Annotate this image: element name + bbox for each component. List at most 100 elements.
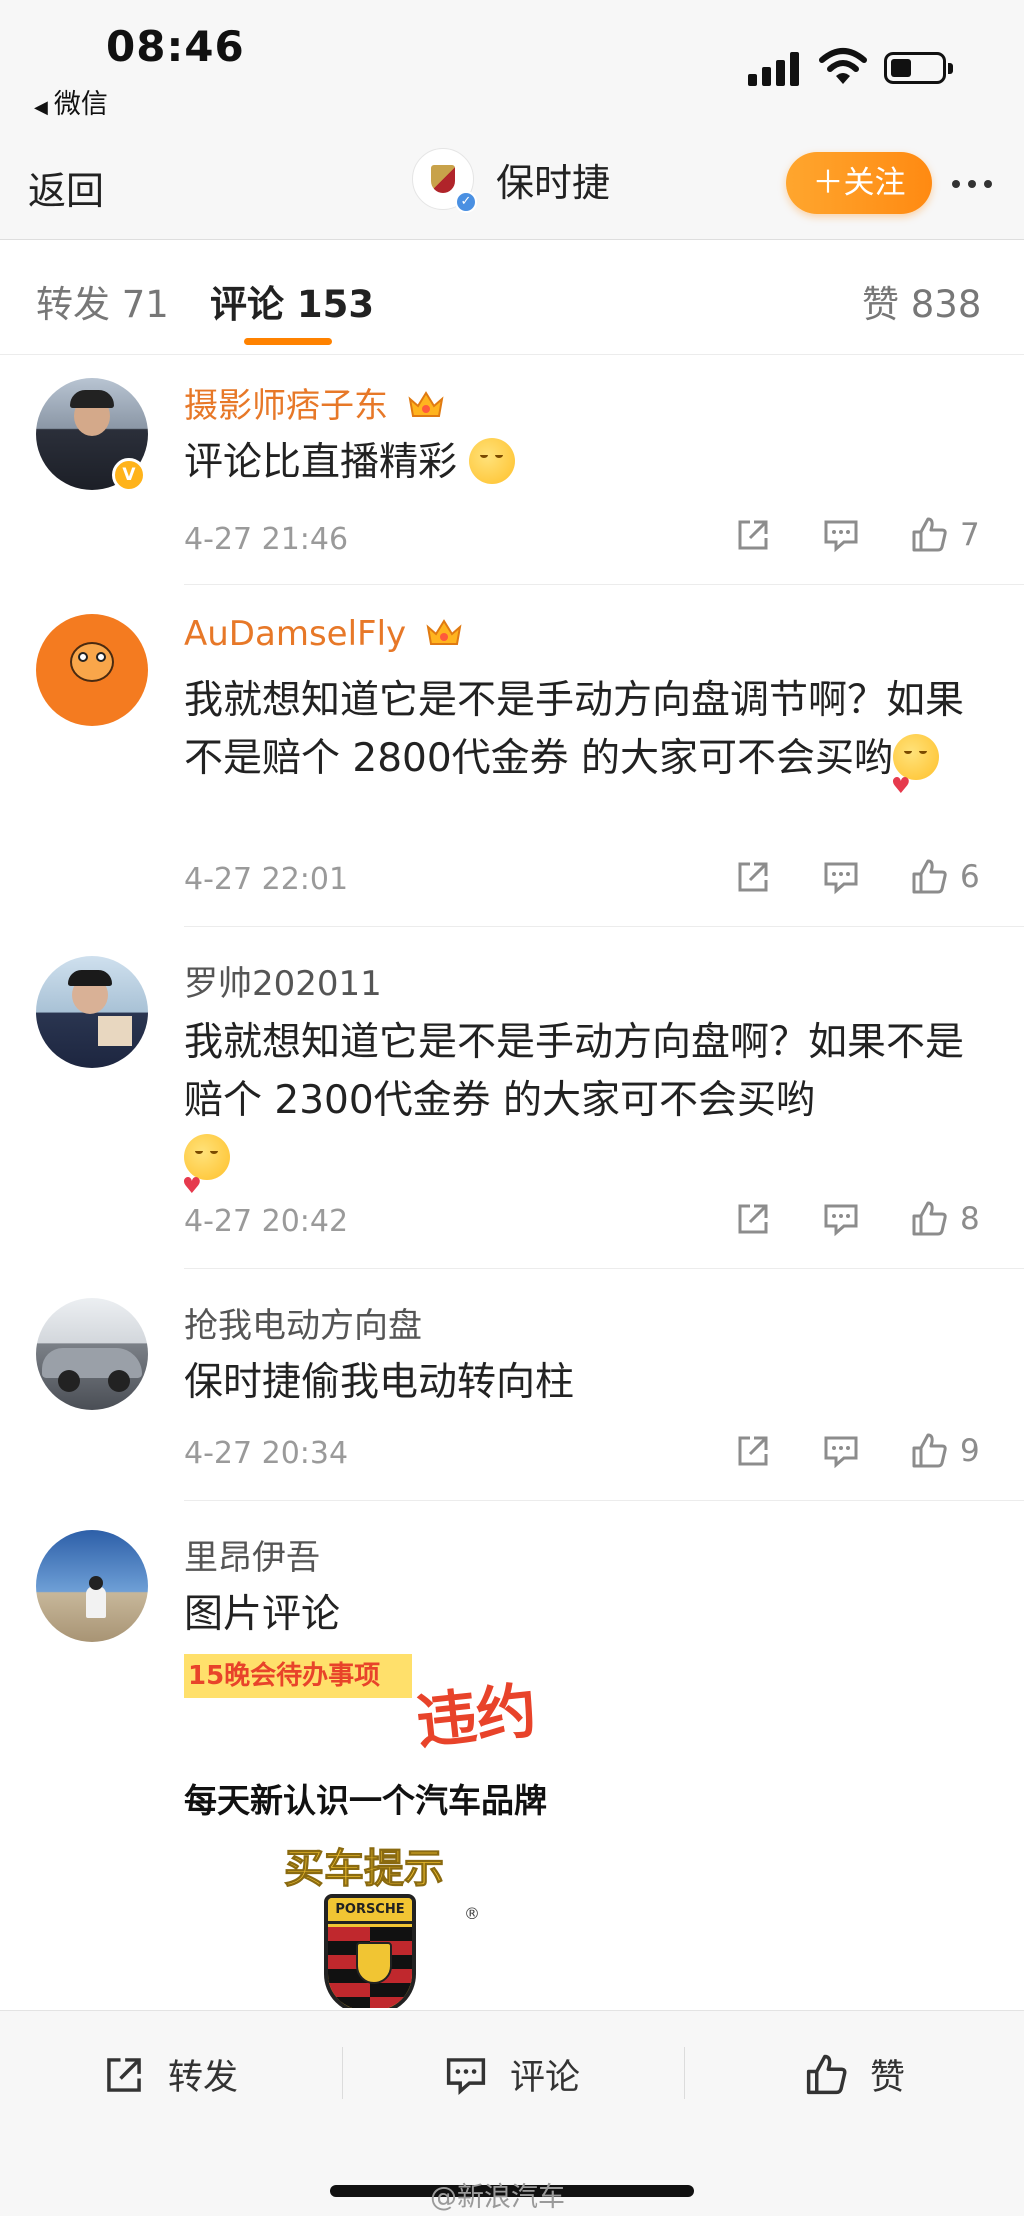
account-avatar[interactable]: ✓ [412, 148, 477, 213]
back-app-label: 微信 [53, 89, 108, 120]
tab-comments[interactable]: 评论 153 [210, 274, 374, 328]
comment-username[interactable]: AuDamselFly [184, 614, 463, 654]
avatar[interactable] [36, 1298, 148, 1410]
repost-label: 转发 [168, 2058, 239, 2098]
separator [684, 2047, 685, 2099]
tab-bar: 转发 71 评论 153 赞 838 [0, 240, 1024, 355]
crest-text: PORSCHE [328, 1898, 412, 1924]
like-count: 6 [960, 859, 980, 895]
porsche-crest-icon: PORSCHE [324, 1894, 416, 2008]
thumbs-up-icon [912, 517, 947, 552]
divider [184, 1500, 1024, 1501]
signal-icon [748, 52, 800, 86]
comment-username[interactable]: 罗帅202011 [184, 956, 382, 1005]
reply-button[interactable] [822, 516, 860, 554]
thumbs-up-icon [912, 1201, 947, 1236]
share-icon [738, 520, 768, 550]
reply-button[interactable] [822, 858, 860, 896]
avatar[interactable] [36, 614, 148, 726]
comment-time: 4-27 20:34 [184, 1436, 349, 1471]
reply-button[interactable] [822, 1432, 860, 1470]
share-icon [107, 2057, 141, 2092]
separator [342, 2047, 343, 2099]
comment-image[interactable]: 15晚会待办事项 违约 每天新认识一个汽车品牌 买车提示 PORSCHE ® [184, 1648, 624, 2008]
back-triangle-icon: ◀ [34, 97, 48, 118]
image-yellow-text: 买车提示 [284, 1846, 445, 1893]
verified-badge-icon: V [112, 458, 146, 492]
share-icon [738, 862, 768, 892]
like-button[interactable]: 6 [910, 858, 980, 896]
vip-crown-icon [426, 618, 462, 645]
comment-actions: 8 [734, 1200, 980, 1238]
comment-actions: 9 [734, 1432, 980, 1470]
status-bar: 08:46 ◀ 微信 [0, 0, 1024, 130]
image-headline: 每天新认识一个汽车品牌 [184, 1781, 547, 1820]
comment-actions: 6 [734, 858, 980, 896]
comment-icon [824, 1436, 858, 1469]
more-icon[interactable] [952, 180, 992, 188]
like-count: 7 [960, 517, 980, 553]
like-count: 8 [960, 1201, 980, 1237]
thumbs-up-icon [912, 1433, 947, 1468]
like-button[interactable]: 8 [910, 1200, 980, 1238]
active-tab-indicator [244, 338, 332, 345]
comment-time: 4-27 20:42 [184, 1204, 349, 1239]
follow-button[interactable]: ＋关注 [786, 152, 932, 214]
thumbs-up-icon [912, 859, 947, 894]
back-button[interactable]: 返回 [28, 160, 104, 215]
porsche-crest-icon [431, 165, 455, 193]
comment-username[interactable]: 抢我电动方向盘 [184, 1298, 422, 1347]
battery-icon [884, 52, 953, 84]
watermark: @新浪汽车 [430, 2182, 565, 2213]
reply-button[interactable] [822, 1200, 860, 1238]
avatar[interactable] [36, 956, 148, 1068]
comment-icon [824, 862, 858, 895]
share-button[interactable] [734, 1200, 772, 1238]
comment-username[interactable]: 里昂伊吾 [184, 1530, 320, 1579]
tab-repost[interactable]: 转发 71 [36, 274, 169, 328]
comment-button[interactable]: 评论 [444, 2049, 580, 2100]
verified-icon: ✓ [455, 191, 477, 213]
comment-username[interactable]: 摄影师痞子东 [184, 378, 445, 427]
divider [184, 1268, 1024, 1269]
share-button[interactable] [734, 1432, 772, 1470]
bottom-action-bar: 转发 评论 赞 @新浪汽车 [0, 2010, 1024, 2216]
username-text: 摄影师痞子东 [184, 386, 388, 426]
repost-button[interactable]: 转发 [102, 2049, 238, 2100]
username-text: AuDamselFly [184, 614, 407, 654]
comment-text: 我就想知道它是不是手动方向盘啊？如果不是赔个 2300代金券 的大家可不会买哟 ♥ [182, 1020, 965, 1199]
status-time: 08:46 [106, 22, 245, 71]
account-header[interactable]: ✓ 保时捷 [412, 148, 610, 213]
like-button[interactable]: 赞 [804, 2049, 905, 2100]
share-icon [738, 1204, 768, 1234]
thumbs-up-icon [806, 2054, 847, 2094]
comment-actions: 7 [734, 516, 980, 554]
comment-time: 4-27 22:01 [184, 862, 349, 897]
share-button[interactable] [734, 858, 772, 896]
like-button[interactable]: 7 [910, 516, 980, 554]
image-tag-text: 15晚会待办事项 [184, 1654, 412, 1698]
comment-icon [446, 2057, 486, 2095]
vip-crown-icon [408, 390, 444, 417]
comment-time: 4-27 21:46 [184, 522, 349, 557]
share-button[interactable] [734, 516, 772, 554]
like-button[interactable]: 9 [910, 1432, 980, 1470]
tab-likes[interactable]: 赞 838 [862, 274, 981, 328]
avatar[interactable] [36, 1530, 148, 1642]
comment-icon [824, 1204, 858, 1237]
divider [184, 584, 1024, 585]
comment-text: 保时捷偷我电动转向柱 [184, 1360, 575, 1405]
comment-text: 评论比直播精彩 [184, 434, 984, 492]
comment-text: 我就想知道它是不是手动方向盘调节啊？如果不是赔个 2800代金券 的大家可不会买… [184, 678, 965, 799]
like-label: 赞 [870, 2058, 906, 2098]
back-to-app[interactable]: ◀ 微信 [34, 82, 108, 121]
image-red-text: 违约 [413, 1675, 540, 1759]
laugh-cry-emoji-icon [469, 437, 516, 484]
blush-heart-emoji-icon: ♥ [891, 733, 940, 799]
blush-heart-emoji-icon: ♥ [182, 1133, 230, 1199]
comment-icon [824, 520, 858, 553]
divider [184, 926, 1024, 927]
wifi-icon [819, 48, 867, 84]
account-name[interactable]: 保时捷 [496, 152, 610, 207]
like-count: 9 [960, 1433, 980, 1469]
